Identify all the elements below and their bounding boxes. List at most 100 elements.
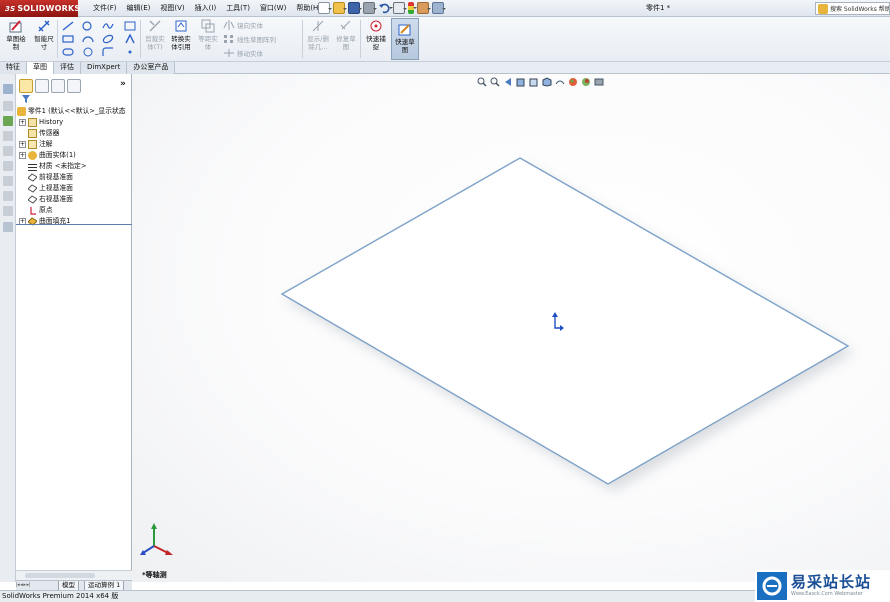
filter-icon[interactable]	[21, 94, 31, 104]
scrollbar-thumb[interactable]	[25, 573, 95, 578]
menu-insert[interactable]: 插入(I)	[190, 0, 222, 17]
property-manager-icon[interactable]	[35, 79, 49, 93]
quick-sketch-label: 快速草 图	[395, 38, 415, 54]
horizontal-scrollbar[interactable]	[16, 570, 132, 580]
menu-edit[interactable]: 编辑(E)	[122, 0, 156, 17]
watermark-title: 易采站长站	[791, 573, 872, 591]
surface-plane[interactable]	[132, 74, 890, 582]
tree-item-material[interactable]: 材质 <未指定>	[28, 161, 87, 171]
tree-item-annotations[interactable]: + 注解	[19, 139, 53, 149]
smart-dimension-label: 智能尺 寸	[34, 35, 54, 51]
tree-item-sensors[interactable]: 传感器	[28, 128, 59, 138]
rebuild-traffic-light-icon[interactable]	[408, 2, 417, 14]
rollback-bar[interactable]	[16, 224, 132, 225]
expand-toggle[interactable]: +	[19, 118, 26, 126]
appearances-icon[interactable]	[3, 146, 13, 156]
tree-item-label: 材质 <未指定>	[39, 162, 87, 170]
circle-icon[interactable]	[82, 21, 94, 31]
file-explorer-icon[interactable]	[3, 116, 13, 126]
slot-icon[interactable]	[62, 47, 74, 57]
menu-view[interactable]: 视图(V)	[155, 0, 189, 17]
tree-item-surface-bodies[interactable]: + 曲面实体(1)	[19, 150, 76, 160]
tree-root-part[interactable]: 零件1 (默认<<默认>_显示状态	[17, 106, 126, 116]
tab-evaluate[interactable]: 评估	[54, 62, 81, 74]
help-search-input[interactable]: 搜索 SolidWorks 帮助	[815, 2, 890, 15]
status-icon[interactable]	[3, 222, 13, 232]
featuremanager-tree-icon[interactable]	[19, 79, 33, 93]
menu-window[interactable]: 窗口(W)	[255, 0, 291, 17]
tree-item-front-plane[interactable]: 前视基准面	[27, 172, 73, 182]
expand-panel-icon[interactable]: »	[120, 79, 126, 89]
mirror-entities-button[interactable]: 镜向实体	[237, 20, 263, 30]
file-properties-icon[interactable]	[417, 2, 431, 14]
quick-sketch-icon	[398, 22, 412, 36]
design-library-icon[interactable]	[3, 101, 13, 111]
expand-toggle[interactable]: +	[19, 151, 26, 159]
tree-item-history[interactable]: + History	[19, 117, 63, 127]
options-icon[interactable]	[432, 2, 446, 14]
trim-icon	[148, 19, 162, 33]
tree-item-right-plane[interactable]: 右视基准面	[27, 194, 73, 204]
open-folder-icon[interactable]	[333, 2, 347, 14]
select-cursor-icon[interactable]	[393, 2, 407, 14]
print-icon[interactable]	[363, 2, 377, 14]
reference-triad-icon	[140, 522, 174, 558]
menu-tools[interactable]: 工具(T)	[221, 0, 255, 17]
tab-scroll-arrows-icon[interactable]: |◂ ◂ ▸ ▸|	[16, 582, 56, 590]
tree-item-origin[interactable]: 原点	[28, 205, 53, 215]
spline-icon[interactable]	[102, 21, 114, 31]
ribbon-separator	[140, 20, 141, 58]
filled-surface[interactable]	[280, 157, 850, 485]
graphics-area[interactable]: *等轴测	[132, 74, 890, 582]
tab-office-products[interactable]: 办公室产品	[127, 62, 176, 74]
plane-icon	[27, 172, 38, 182]
smart-dimension-icon	[37, 19, 51, 33]
custom-properties-icon[interactable]	[3, 161, 13, 171]
sketch-button[interactable]: 草图绘 制	[4, 19, 28, 51]
display-delete-relations-button[interactable]: 显示/删 除几...	[305, 19, 331, 51]
toolbox-icon[interactable]	[3, 176, 13, 186]
quick-snaps-button[interactable]: 快速捕 捉	[363, 19, 389, 51]
quick-sketch-button[interactable]: 快速草 图	[391, 18, 419, 60]
convert-entities-button[interactable]: 转换实 体引用	[168, 19, 194, 51]
forum-icon[interactable]	[3, 191, 13, 201]
save-icon[interactable]	[348, 2, 362, 14]
fillet-icon[interactable]	[102, 47, 114, 57]
status-text: SolidWorks Premium 2014 x64 版	[2, 592, 119, 600]
expand-toggle[interactable]: +	[19, 140, 26, 148]
resources-icon[interactable]	[3, 84, 13, 94]
repair-sketch-label: 修复草 图	[336, 35, 356, 51]
tree-item-top-plane[interactable]: 上视基准面	[27, 183, 73, 193]
sketch-picture-icon[interactable]	[124, 21, 136, 31]
ribbon-separator	[302, 20, 303, 58]
view-palette-icon[interactable]	[3, 131, 13, 141]
3d-content-icon[interactable]	[3, 206, 13, 216]
move-entities-button[interactable]: 移动实体	[237, 48, 263, 58]
tab-features[interactable]: 特征	[0, 62, 27, 74]
plane-icon	[27, 183, 38, 193]
ellipse-icon[interactable]	[102, 34, 114, 44]
linear-pattern-button[interactable]: 线性草图阵列	[237, 34, 276, 44]
configuration-manager-icon[interactable]	[51, 79, 65, 93]
menu-file[interactable]: 文件(F)	[88, 0, 122, 17]
watermark-text: 易采站长站 Www.Easck.Com Webmaster	[791, 574, 871, 598]
tab-sketch[interactable]: 草图	[27, 62, 54, 74]
polygon-icon[interactable]	[82, 47, 94, 57]
tab-dimxpert[interactable]: DimXpert	[81, 62, 128, 74]
text-icon[interactable]	[124, 33, 136, 44]
repair-sketch-button[interactable]: 修复草 图	[334, 19, 358, 51]
ds-logo-icon: 3S	[5, 5, 16, 13]
arc-icon[interactable]	[82, 34, 94, 44]
trim-entities-button[interactable]: 剪裁实 体(T)	[143, 19, 167, 51]
display-manager-icon[interactable]	[67, 79, 81, 93]
menu-bar: 文件(F) 编辑(E) 视图(V) 插入(I) 工具(T) 窗口(W) 帮助(H…	[88, 0, 326, 17]
tree-item-label: 曲面实体(1)	[39, 151, 76, 159]
new-document-icon[interactable]	[318, 2, 332, 14]
rectangle-icon[interactable]	[62, 34, 74, 44]
solidworks-logo[interactable]: 3S SOLIDWORKS	[0, 0, 80, 17]
undo-icon[interactable]	[378, 2, 393, 14]
point-icon[interactable]	[124, 47, 136, 57]
smart-dimension-button[interactable]: 智能尺 寸	[32, 19, 56, 51]
offset-entities-button[interactable]: 等距实 体	[196, 19, 220, 51]
line-icon[interactable]	[62, 21, 74, 31]
